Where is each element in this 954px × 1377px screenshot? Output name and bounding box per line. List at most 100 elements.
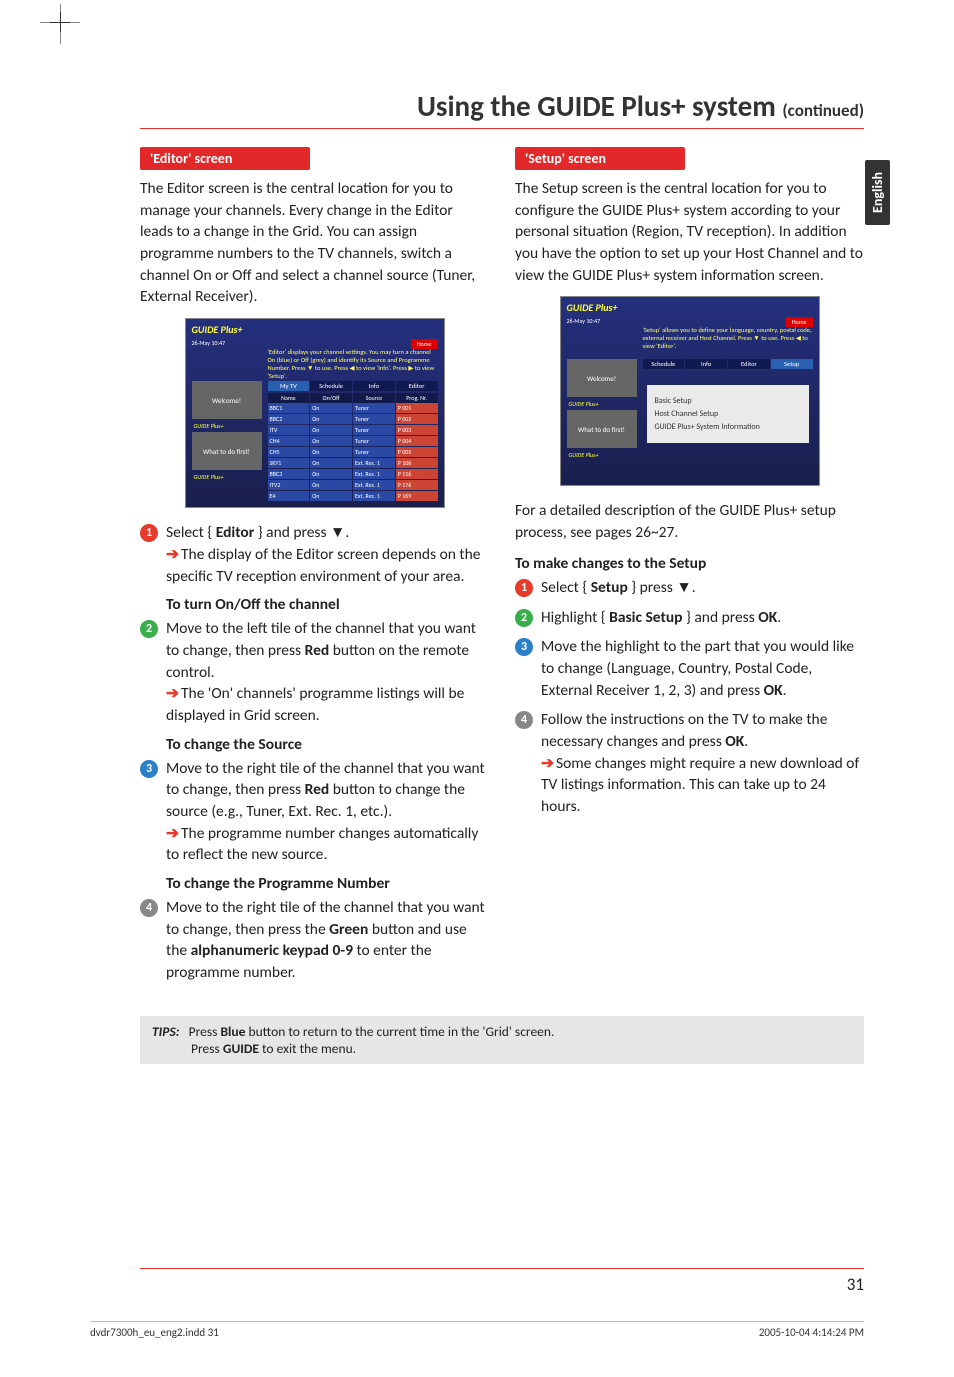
scr-tabs: My TV Schedule Info Editor [268,381,438,391]
setup-step-3-text: Move the highlight to the part that you … [541,636,864,701]
th: Source [353,393,395,403]
cell: Tuner [353,447,395,457]
t: . [744,732,748,751]
cell: P 169 [396,491,438,501]
t: Red [305,780,330,799]
t: OK [764,681,783,700]
bullet-4-icon: 4 [140,899,158,917]
t: Press [189,1023,221,1040]
setup-step-1: 1 Select { Setup } press ▼. [515,577,864,599]
cell: CH4 [268,436,310,446]
cell: Tuner [353,414,395,424]
step-3-text: Move to the right tile of the channel th… [166,758,489,866]
bullet-4-icon: 4 [515,711,533,729]
t: GUIDE [223,1040,259,1057]
t: Red [305,641,330,660]
t: OK [725,732,744,751]
opt: Basic Setup [655,396,801,406]
cell: On [310,447,352,457]
cell: On [310,480,352,490]
t: Blue [220,1023,245,1040]
step-4-text: Move to the right tile of the channel th… [166,897,489,984]
divider [140,1268,864,1269]
table-row: BBC1OnTunerP 001 [268,403,438,413]
editor-screenshot: GUIDE Plus+ 26-May 10:47 Home 'Editor' d… [185,318,445,508]
title-continued: (continued) [782,100,864,121]
t: The display of the Editor screen depends… [166,545,480,586]
scr-rows: BBC1OnTunerP 001BBC2OnTunerP 002ITVOnTun… [268,403,438,502]
footer: dvdr7300h_eu_eng2.indd 31 2005-10-04 4:1… [90,1321,864,1339]
setup-section-header: 'Setup' screen [515,147,685,170]
cell: Ext. Rec. 1 [353,458,395,468]
cell: On [310,414,352,424]
footer-file: dvdr7300h_eu_eng2.indd 31 [90,1326,219,1339]
cell: E4 [268,491,310,501]
step-2: 2 Move to the left tile of the channel t… [140,618,489,726]
t: Select { [166,523,216,542]
step-4: 4 Move to the right tile of the channel … [140,897,489,984]
scr-side: Welcome! GUIDE Plus+ What to do first! G… [192,381,262,483]
scr-tab: Schedule [310,381,352,391]
editor-section-header: 'Editor' screen [140,147,310,170]
setup-step-4: 4 Follow the instructions on the TV to m… [515,709,864,817]
arrow-icon: ➔ [166,684,181,703]
setup-step-2-text: Highlight { Basic Setup } and press OK. [541,607,864,629]
cell: On [310,469,352,479]
arrow-icon: ➔ [166,824,181,843]
arrow-icon: ➔ [541,754,556,773]
subhead-changes: To make changes to the Setup [515,554,864,573]
scr-tab: Editor [396,381,438,391]
cell: Ext. Rec. 1 [353,491,395,501]
th: Prog. Nr. [396,393,438,403]
cell: On [310,425,352,435]
step-1: 1 Select { Editor } and press ▼. ➔The di… [140,522,489,587]
t: OK [758,608,777,627]
table-row: SKY1OnExt. Rec. 1P 106 [268,458,438,468]
cell: Ext. Rec. 1 [353,480,395,490]
setup-step-3: 3 Move the highlight to the part that yo… [515,636,864,701]
t: The programme number changes automatical… [166,824,478,865]
t: to exit the menu. [259,1040,356,1057]
scr-tab: Editor [728,359,770,369]
footer-date: 2005-10-04 4:14:24 PM [759,1326,864,1339]
cell: P 106 [396,458,438,468]
subhead-prognum: To change the Programme Number [166,874,489,893]
cell: Tuner [353,425,395,435]
cell: BBC3 [268,469,310,479]
setup-detail: For a detailed description of the GUIDE … [515,500,864,543]
t: Highlight { [541,608,609,627]
cell: BBC2 [268,414,310,424]
scr-side-thumb: Welcome! [567,359,637,397]
table-row: ITV2OnExt. Rec. 1P 176 [268,480,438,490]
setup-step-1-text: Select { Setup } press ▼. [541,577,864,599]
t: Select { [541,578,591,597]
scr-side: Welcome! GUIDE Plus+ What to do first! G… [567,359,637,461]
tips-label: TIPS: [152,1023,179,1040]
scr-table-head: Name On/Off Source Prog. Nr. [268,393,438,403]
scr-setup-options: Basic Setup Host Channel Setup GUIDE Plu… [647,385,809,443]
t: } and press ▼. [254,523,349,542]
cell: P 003 [396,425,438,435]
scr-tabs: Schedule Info Editor Setup [643,359,813,369]
opt: Host Channel Setup [655,409,801,419]
bullet-2-icon: 2 [515,609,533,627]
t: Green [329,920,368,939]
cell: P 004 [396,436,438,446]
bullet-3-icon: 3 [140,760,158,778]
page-title: Using the GUIDE Plus+ system (continued) [140,88,864,124]
table-row: E4OnExt. Rec. 1P 169 [268,491,438,501]
setup-screenshot: GUIDE Plus+ 26-May 10:47 Home 'Setup' al… [560,296,820,486]
guideplus-logo: GUIDE Plus+ [192,323,243,336]
cell: Tuner [353,403,395,413]
cell: On [310,403,352,413]
scr-side-logo: GUIDE Plus+ [567,451,637,459]
cell: On [310,436,352,446]
arrow-icon: ➔ [166,545,181,564]
scr-date: 26-May 10:47 [192,339,226,347]
t: Follow the instructions on the TV to mak… [541,710,827,751]
scr-tab: Schedule [643,359,685,369]
cell: On [310,458,352,468]
t: The 'On' channels' programme listings wi… [166,684,464,725]
table-row: BBC3OnExt. Rec. 1P 116 [268,469,438,479]
t: . [783,681,787,700]
